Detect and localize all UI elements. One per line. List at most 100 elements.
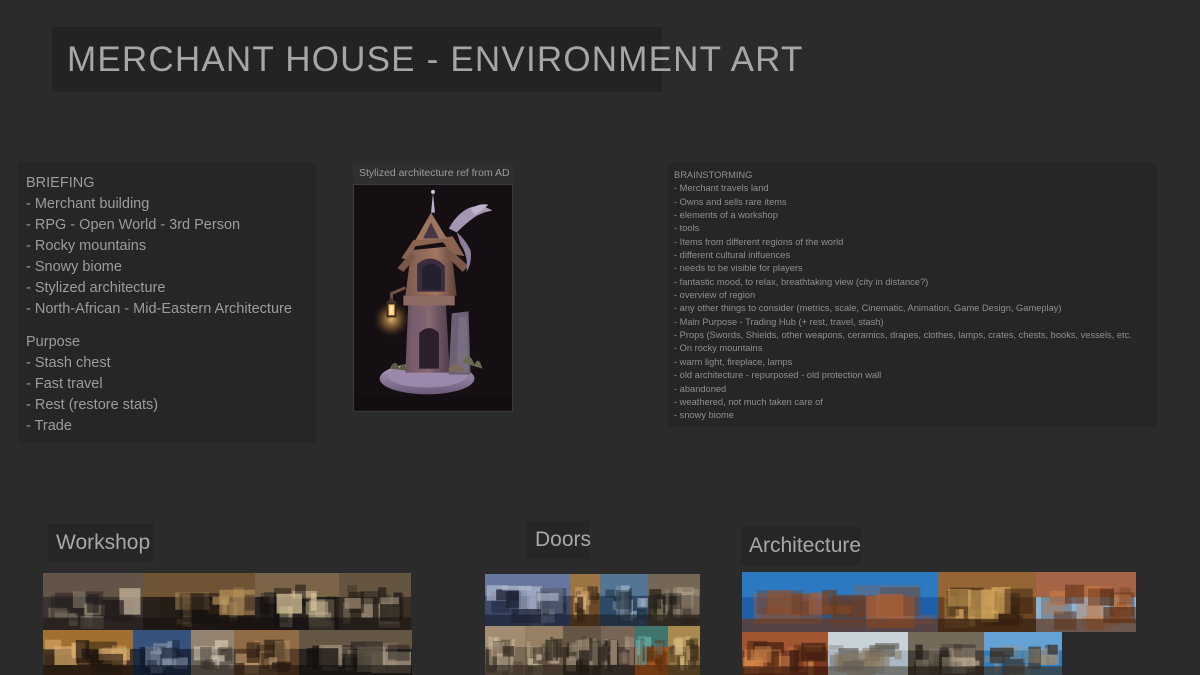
briefing-line: - Stylized architecture [26, 280, 166, 296]
brainstorming-line: - different cultural inlfuences [674, 250, 791, 261]
wooden-door-tall-photo[interactable] [570, 574, 600, 626]
briefing-line: - Fast travel [26, 376, 103, 392]
brainstorming-line: - On rocky mountains [674, 343, 763, 354]
kasbah-aerial-photo [938, 572, 1036, 632]
briefing-spacer [26, 320, 304, 332]
reference-thumbnail[interactable] [353, 184, 513, 412]
brainstorming-line: - Items from different regions of the wo… [674, 236, 844, 247]
moodboard-row [485, 626, 700, 675]
moodboard-doors [485, 574, 700, 675]
briefing-line: - Stash chest [26, 355, 111, 371]
ait-benhaddou-kasbah-photo[interactable] [742, 572, 938, 632]
brainstorming-line: - needs to be visible for players [674, 263, 803, 274]
wood-workshop-photo[interactable] [43, 630, 133, 675]
stone-arch-door-photo[interactable] [485, 626, 525, 675]
riad-courtyard-photo [984, 632, 1062, 675]
riad-courtyard-photo[interactable] [984, 632, 1062, 675]
arched-interior-photo [43, 573, 143, 630]
reference-image-block: Stylized architecture ref from AD [353, 163, 513, 412]
timber-barn-workshop-photo[interactable] [339, 573, 411, 630]
brainstorming-line: - weathered, not much taken care of [674, 396, 823, 407]
brainstorming-line: - snowy biome [674, 410, 734, 421]
weathered-gate-photo [525, 626, 563, 675]
brass-ornament-door-photo [668, 626, 700, 675]
brainstorming-line: - Merchant travels land [674, 183, 769, 194]
carved-wood-door-photo [601, 626, 635, 675]
brainstorming-line: - warm light, fireplace, lamps [674, 356, 793, 367]
bab-boujloud-gate-photo[interactable] [485, 574, 570, 626]
moodboard-row [742, 572, 1136, 632]
briefing-line: BRIEFING [26, 175, 95, 191]
brainstorming-line: - old architecture - repurposed - old pr… [674, 370, 882, 381]
teal-painted-door-photo[interactable] [635, 626, 668, 675]
blacksmith-shop-photo[interactable] [143, 573, 255, 630]
briefing-line: - RPG - Open World - 3rd Person [26, 217, 241, 233]
moodboard-row [485, 574, 700, 626]
briefing-line: - North-African - Mid-Eastern Architectu… [26, 301, 292, 317]
rustic-interior-photo [234, 630, 299, 675]
market-street-photo[interactable] [191, 630, 234, 675]
section-header-workshop: Workshop [48, 524, 154, 562]
section-header-architecture: Architecture [741, 527, 861, 565]
brainstorming-line: - elements of a workshop [674, 210, 778, 221]
brainstorming-panel: BRAINSTORMING - Merchant travels land - Ow… [668, 163, 1157, 427]
ait-benhaddou-kasbah-photo [742, 572, 938, 632]
moodboard-row [43, 573, 412, 630]
wooden-door-tall-photo [570, 574, 600, 626]
weathered-gate-photo[interactable] [525, 626, 563, 675]
brainstorming-line: - abandoned [674, 383, 727, 394]
section-title-workshop: Workshop [56, 531, 151, 554]
blacksmith-shop-photo [143, 573, 255, 630]
brainstorming-line: - tools [674, 223, 700, 234]
moodboard-architecture [742, 572, 1136, 675]
canyon-rock-formation-photo[interactable] [908, 632, 984, 675]
timber-barn-workshop-photo [339, 573, 411, 630]
taourirt-kasbah-photo [1036, 572, 1136, 632]
brass-ornament-door-photo[interactable] [668, 626, 700, 675]
bazaar-metalworker-photo [133, 630, 191, 675]
briefing-line: Purpose [26, 334, 81, 350]
page-title-panel: MERCHANT HOUSE - ENVIRONMENT ART [52, 27, 802, 92]
stone-arch-door-photo [485, 626, 525, 675]
briefing-line: - Rest (restore stats) [26, 397, 159, 413]
briefing-line: - Merchant building [26, 196, 150, 212]
red-city-overview-photo [742, 632, 828, 675]
wheelwright-workshop-photo[interactable] [255, 573, 339, 630]
taourirt-kasbah-photo[interactable] [1036, 572, 1136, 632]
carved-panel-door-photo [648, 574, 700, 626]
shibam-mudbrick-towers-photo [828, 632, 908, 675]
section-title-doors: Doors [535, 528, 592, 551]
brainstorming-line: - Props (Swords, Shields, other weapons,… [674, 330, 1132, 341]
page-title: MERCHANT HOUSE - ENVIRONMENT ART [67, 39, 804, 79]
stylized-tower-render-icon [354, 185, 512, 411]
brainstorming-line: BRAINSTORMING [674, 170, 753, 180]
carved-wood-door-photo[interactable] [601, 626, 635, 675]
brainstorming-line: - fantastic mood, to relax, breathtaking… [674, 276, 929, 287]
carved-panel-door-photo[interactable] [648, 574, 700, 626]
moodboard-workshop [43, 573, 412, 675]
red-city-overview-photo[interactable] [742, 632, 828, 675]
canyon-rock-formation-photo [908, 632, 984, 675]
moodboard-row [742, 632, 1136, 675]
brainstorming-line: - overview of region [674, 290, 756, 301]
arched-interior-photo[interactable] [43, 573, 143, 630]
kasbah-aerial-photo[interactable] [938, 572, 1036, 632]
teal-painted-door-photo [635, 626, 668, 675]
ornate-studded-door-photo [563, 626, 601, 675]
moodboard-row [43, 630, 412, 675]
tool-wall-photo[interactable] [299, 630, 412, 675]
briefing-line: - Snowy biome [26, 259, 122, 275]
wood-workshop-photo [43, 630, 133, 675]
ornate-studded-door-photo[interactable] [563, 626, 601, 675]
blue-riad-doorway-photo [600, 574, 648, 626]
section-title-architecture: Architecture [749, 534, 862, 557]
briefing-panel: BRIEFING - Merchant building - RPG - Open … [18, 163, 316, 443]
briefing-line: - Trade [26, 418, 72, 434]
blue-riad-doorway-photo[interactable] [600, 574, 648, 626]
moodboard-slide: MERCHANT HOUSE - ENVIRONMENT ART BRIEFIN… [0, 0, 1200, 675]
briefing-line: - Rocky mountains [26, 238, 147, 254]
bazaar-metalworker-photo[interactable] [133, 630, 191, 675]
rustic-interior-photo[interactable] [234, 630, 299, 675]
shibam-mudbrick-towers-photo[interactable] [828, 632, 908, 675]
brainstorming-line: - any other things to consider (metrics,… [674, 303, 1062, 314]
